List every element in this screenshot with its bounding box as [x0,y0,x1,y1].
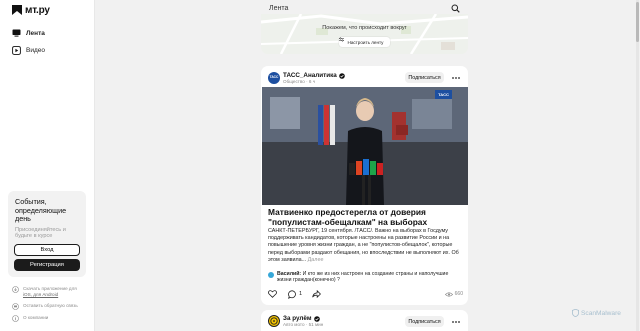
configure-feed-button[interactable]: Настроить ленту [339,37,390,47]
top-comment[interactable]: Василий: И кто же из них настроен на соз… [268,271,463,284]
avatar[interactable]: ТАСС [268,72,280,84]
share-button[interactable] [312,289,321,299]
watermark: ScanMalware [572,309,621,317]
commenter-avatar [268,272,274,278]
post-photo[interactable]: ТАСС [262,87,468,205]
about-text: О компании [23,315,49,320]
share-icon [312,290,321,298]
feedback-link[interactable]: Оставить обратную связь [12,303,90,310]
heart-icon [268,290,277,298]
subscribe-button[interactable]: Подписаться [405,72,444,83]
news-post: ТАСС ТАСС_Аналитика Общество · 6 ч Подпи… [261,66,468,305]
comments-button[interactable]: 1 [288,289,302,299]
post-meta: Авто мото · 51 мин [283,322,323,327]
page-scrollbar[interactable] [636,0,639,331]
source-name-text: За рулём [283,315,312,322]
post-category: Общество [283,79,305,84]
news-post-2: За рулём Авто мото · 51 мин Подписаться [261,310,468,331]
monitor-icon [12,29,21,38]
photo-badge: ТАСС [435,90,452,99]
about-link[interactable]: О компании [12,315,90,322]
download-app-text: Скачать приложение для [23,286,77,291]
app-store-links[interactable]: iOS, для Android [23,292,58,297]
promo-title: События, определяющие день [15,197,67,223]
comment-author: Василий: [277,271,302,277]
views-counter: 660 [444,289,463,299]
press-conference-image [262,87,468,205]
steering-wheel-icon [270,317,278,325]
signup-promo: События, определяющие день Присоединяйте… [8,191,86,277]
play-icon [12,45,21,55]
feedback-text: Оставить обратную связь [23,303,78,308]
logo-text: мт.ру [25,4,50,16]
sidebar-item-label: Видео [26,46,45,54]
logo-mark-icon [12,5,22,15]
map-caption: Покажем, что происходит вокруг [322,25,407,31]
download-icon [12,286,19,293]
comment-icon [288,289,297,299]
info-icon [12,315,19,322]
like-button[interactable] [268,289,277,299]
post-title[interactable]: Матвиенко предостерегла от доверия "попу… [268,207,463,227]
login-button[interactable]: Вход [14,244,80,256]
chat-icon [12,303,19,310]
sidebar-item-feed[interactable]: Лента [12,27,45,39]
verified-icon [338,72,345,79]
post-category: Авто мото [283,322,305,327]
post-time: · 51 мин [305,322,324,327]
comments-count: 1 [299,291,303,297]
source-name-text: ТАСС_Аналитика [283,72,337,79]
read-more-link[interactable]: Далее [308,257,324,263]
page-title: Лента [269,4,289,12]
promo-subtitle: Присоединяйтесь и будьте в курсе [15,226,66,240]
source-name[interactable]: За рулём [283,315,320,322]
map-background [261,14,468,54]
eye-icon [444,291,453,297]
post-text: САНКТ-ПЕТЕРБУРГ, 19 сентября. /ТАСС/. Ва… [268,228,463,264]
more-options-icon[interactable] [451,316,461,327]
location-map-card: Покажем, что происходит вокруг Настроить… [261,14,468,54]
comment-text: И кто же из них настроен на создание стр… [277,271,449,284]
post-header: ТАСС ТАСС_Аналитика Общество · 6 ч Подпи… [268,71,461,85]
register-button[interactable]: Регистрация [14,259,80,271]
avatar[interactable] [268,315,280,327]
search-icon[interactable] [451,4,460,13]
post-body: САНКТ-ПЕТЕРБУРГ, 19 сентября. /ТАСС/. Ва… [268,228,459,263]
configure-feed-label: Настроить ленту [347,39,384,45]
post-actions: 1 660 [268,289,463,299]
download-app-link[interactable]: Скачать приложение для iOS, для Android [12,286,90,297]
scrollbar-thumb[interactable] [636,2,639,42]
sidebar: мт.ру Лента Видео События, определяющие … [0,0,95,331]
views-count: 660 [454,291,463,297]
verified-icon [313,315,320,322]
more-options-icon[interactable] [451,72,461,83]
watermark-text: ScanMalware [581,309,621,317]
sidebar-item-video[interactable]: Видео [12,44,45,56]
shield-icon [572,309,579,317]
sidebar-item-label: Лента [26,29,45,37]
post-meta: Общество · 6 ч [283,79,315,84]
post-time: · 6 ч [306,79,316,84]
logo[interactable]: мт.ру [12,4,50,16]
source-name[interactable]: ТАСС_Аналитика [283,72,345,79]
subscribe-button[interactable]: Подписаться [405,316,444,327]
